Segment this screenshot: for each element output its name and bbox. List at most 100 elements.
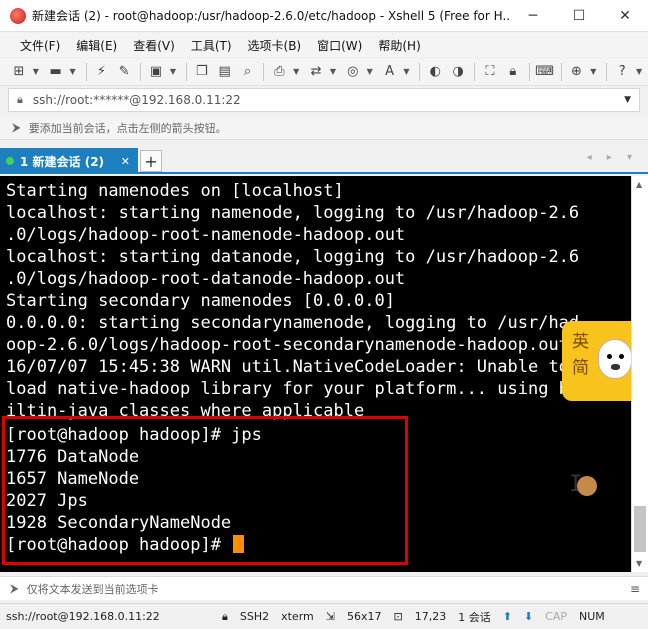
mascot-nose [611,364,620,370]
chevron-down-icon[interactable]: ▼ [365,61,375,83]
cursor-position-icon: ⊡ [393,610,403,623]
ssh-lock-icon: 🔒︎ [222,609,228,623]
copy-icon[interactable]: ❐ [191,61,213,83]
transfer-icon[interactable]: ⇄ [305,61,327,83]
toolbar-divider [263,62,265,81]
terminal-line: load native-hadoop library for your plat… [6,379,569,399]
menu-edit[interactable]: 编辑(E) [68,37,125,54]
xshell-app-icon [10,7,26,24]
compose-menu-icon[interactable]: ≡ [630,582,640,596]
chevron-down-icon[interactable]: ▼ [401,61,411,83]
tab-session-1[interactable]: 1 新建会话 (2) ✕ [0,148,138,174]
maximize-button[interactable]: ☐ [556,0,602,32]
xmanager-icon[interactable]: ◑ [447,61,469,83]
menu-help[interactable]: 帮助(H) [370,37,428,54]
mascot-eye [619,354,624,359]
properties-icon[interactable]: ▣ [145,61,167,83]
terminal-line: oop-2.6.0/logs/hadoop-root-secondaryname… [6,335,569,355]
compose-bar[interactable]: ⮞ 仅将文本发送到当前选项卡 ≡ [0,576,648,600]
xftp-icon[interactable]: ◐ [424,61,446,83]
tab-bar: 1 新建会话 (2) ✕ + ◂ ▸ ▾ [0,148,648,174]
open-folder-icon[interactable]: ▬ [45,61,67,83]
close-button[interactable]: ✕ [602,0,648,32]
window-title: 新建会话 (2) - root@hadoop:/usr/hadoop-2.6.0… [32,9,510,23]
ime-mascot-icon [598,339,631,379]
status-connection: ssh://root@192.168.0.11:22 [6,610,160,623]
compose-placeholder[interactable]: 仅将文本发送到当前选项卡 [27,581,630,597]
ime-script-indicator[interactable]: 简 [572,353,589,378]
ime-toolbar[interactable]: 英 简 [562,321,631,401]
menu-view[interactable]: 查看(V) [125,37,183,54]
terminal-area[interactable]: Starting namenodes on [localhost] localh… [0,176,631,572]
address-dropdown-icon[interactable]: ▼ [624,95,631,105]
chevron-down-icon[interactable]: ▼ [634,61,644,83]
chevron-down-icon[interactable]: ▼ [168,61,178,83]
chevron-down-icon[interactable]: ▼ [68,61,78,83]
help-icon[interactable]: ? [611,61,633,83]
toolbar-divider [474,62,476,81]
session-hint-bar: ⮞ 要添加当前会话，点击左侧的箭头按钮。 [0,116,648,140]
disconnect-icon[interactable]: ✎ [113,61,135,83]
add-icon[interactable]: ⊕ [566,61,588,83]
title-bar: 新建会话 (2) - root@hadoop:/usr/hadoop-2.6.0… [0,0,648,32]
toolbar-divider [606,62,608,81]
fullscreen-icon[interactable]: ⛶ [479,61,501,83]
menu-tab[interactable]: 选项卡(B) [240,37,310,54]
status-sessions: 1 会话 [458,610,491,624]
address-text[interactable]: ssh://root:******@192.168.0.11:22 [33,93,624,107]
toolbar-divider [85,62,87,81]
connected-status-icon [6,157,14,165]
toolbar: ⊞ ▼ ▬ ▼ ⚡ ✎ ▣ ▼ ❐ ▤ ⌕ ⎙ ▼ ⇄ ▼ ◎ ▼ A ▼ ◐ … [0,58,648,86]
toolbar-divider [560,62,562,81]
tab-navigation-arrows[interactable]: ◂ ▸ ▾ [587,152,638,163]
chevron-down-icon[interactable]: ▼ [291,61,301,83]
menu-bar: 文件(F) 编辑(E) 查看(V) 工具(T) 选项卡(B) 窗口(W) 帮助(… [0,33,648,57]
terminal-line: Starting namenodes on [localhost] [6,181,344,201]
mouse-pet-icon [577,476,597,496]
menu-window[interactable]: 窗口(W) [309,37,370,54]
send-arrow-icon[interactable]: ⮞ [10,581,19,596]
keyboard-icon[interactable]: ⌨ [534,61,556,83]
scroll-down-icon[interactable]: ▼ [636,559,642,568]
font-icon[interactable]: A [379,61,401,83]
lock-icon[interactable]: 🔒︎ [502,61,524,83]
chevron-down-icon[interactable]: ▼ [31,61,41,83]
menu-tools[interactable]: 工具(T) [183,37,240,54]
print-icon[interactable]: ⎙ [268,61,290,83]
terminal-line: Starting secondary namenodes [0.0.0.0] [6,291,395,311]
connect-icon[interactable]: ⚡ [91,61,113,83]
address-bar[interactable]: 🔒︎ ssh://root:******@192.168.0.11:22 ▼ [8,88,640,112]
status-terminal-type: xterm [281,610,314,623]
ime-language-indicator[interactable]: 英 [572,327,589,352]
vertical-scrollbar[interactable]: ▲ ▼ [631,176,648,572]
chevron-down-icon[interactable]: ▼ [328,61,338,83]
paste-icon[interactable]: ▤ [214,61,236,83]
scroll-up-icon[interactable]: ▲ [636,180,642,189]
tab-label: 1 新建会话 (2) [20,154,105,169]
find-icon[interactable]: ⌕ [237,61,259,83]
new-tab-button[interactable]: + [140,150,162,172]
new-session-icon[interactable]: ⊞ [8,61,30,83]
lock-icon: 🔒︎ [17,93,23,106]
status-protocol: SSH2 [239,610,270,623]
highlight-box [2,416,408,565]
terminal-line: localhost: starting datanode, logging to… [6,247,580,267]
mascot-eye [607,354,612,359]
terminal-line: .0/logs/hadoop-root-namenode-hadoop.out [6,225,406,245]
toolbar-divider [528,62,530,81]
tab-close-icon[interactable]: ✕ [121,155,130,168]
arrow-icon[interactable]: ⮞ [12,120,21,135]
terminal-line: 16/07/07 15:45:38 WARN util.NativeCodeLo… [6,357,569,377]
menu-file[interactable]: 文件(F) [12,37,68,54]
toolbar-divider [140,62,142,81]
minimize-button[interactable]: ─ [510,0,556,32]
status-num-lock: NUM [578,610,605,623]
chevron-down-icon[interactable]: ▼ [588,61,598,83]
status-cursor-position: 17,23 [414,610,447,623]
status-terminal-size: 56x17 [346,610,382,623]
download-arrow-icon: ⬇ [523,610,534,623]
toolbar-divider [185,62,187,81]
globe-icon[interactable]: ◎ [342,61,364,83]
upload-arrow-icon: ⬆ [502,610,512,623]
scrollbar-thumb[interactable] [634,506,646,552]
